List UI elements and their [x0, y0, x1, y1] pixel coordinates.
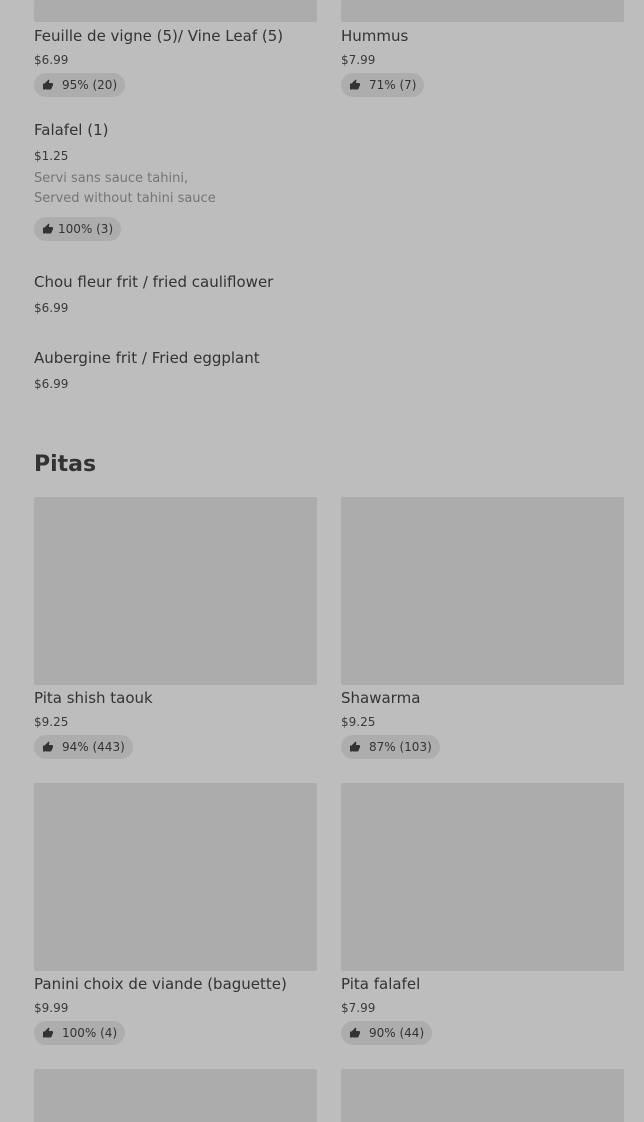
rating-text: 71% (7) — [369, 78, 417, 92]
item-image — [341, 783, 624, 971]
item-image — [34, 497, 317, 685]
item-price: $9.99 — [34, 1001, 69, 1015]
item-price: $9.25 — [341, 715, 376, 729]
item-image — [341, 497, 624, 685]
item-name: Panini choix de viande (baguette) — [34, 975, 287, 993]
item-description: Served without tahini sauce — [34, 191, 216, 206]
thumbs-up-icon — [43, 79, 53, 90]
rating-badge: 87% (103) — [341, 735, 440, 759]
item-name: Pita shish taouk — [34, 689, 153, 707]
item-name: Falafel (1) — [34, 121, 109, 139]
rating-text: 94% (443) — [62, 740, 125, 754]
item-name: Feuille de vigne (5)/ Vine Leaf (5) — [34, 27, 284, 45]
rating-badge: 90% (44) — [341, 1021, 433, 1045]
item-price: $6.99 — [34, 377, 69, 391]
section-title: Pitas — [34, 452, 97, 477]
thumbs-up-icon — [43, 741, 53, 752]
thumbs-up-icon — [43, 223, 53, 234]
item-price: $1.25 — [34, 149, 69, 163]
item-image[interactable] — [341, 1069, 624, 1122]
item-name: Pita falafel — [341, 975, 421, 993]
rating-text: 87% (103) — [369, 740, 432, 754]
item-price: $6.99 — [34, 53, 69, 67]
item-price: $9.25 — [34, 715, 69, 729]
rating-text: 90% (44) — [369, 1026, 425, 1040]
item-price: $6.99 — [34, 301, 69, 315]
thumbs-up-icon — [350, 79, 360, 90]
item-name: Shawarma — [341, 689, 421, 707]
rating-text: 100% (3) — [58, 222, 114, 236]
rating-badge: 95% (20) — [34, 73, 126, 97]
item-name: Chou fleur frit / fried cauliflower — [34, 273, 274, 291]
rating-badge: 94% (443) — [34, 735, 133, 759]
rating-text: 100% (4) — [62, 1026, 118, 1040]
item-description: Servi sans sauce tahini, — [34, 171, 189, 186]
thumbs-up-icon — [43, 1027, 53, 1038]
item-image — [341, 0, 624, 22]
rating-badge: 100% (4) — [34, 1021, 126, 1045]
thumbs-up-icon — [350, 741, 360, 752]
rating-badge: 71% (7) — [341, 73, 425, 97]
item-image — [34, 0, 317, 22]
item-price: $7.99 — [341, 53, 376, 67]
rating-text: 95% (20) — [62, 78, 118, 92]
thumbs-up-icon — [350, 1027, 360, 1038]
rating-badge: 100% (3) — [34, 217, 122, 241]
item-image — [34, 783, 317, 971]
item-price: $7.99 — [341, 1001, 376, 1015]
item-image[interactable] — [34, 1069, 317, 1122]
item-name: Hummus — [341, 27, 409, 45]
menu-page: Feuille de vigne (5)/ Vine Leaf (5) $6.9… — [0, 0, 644, 1122]
item-name: Aubergine frit / Fried eggplant — [34, 349, 260, 367]
